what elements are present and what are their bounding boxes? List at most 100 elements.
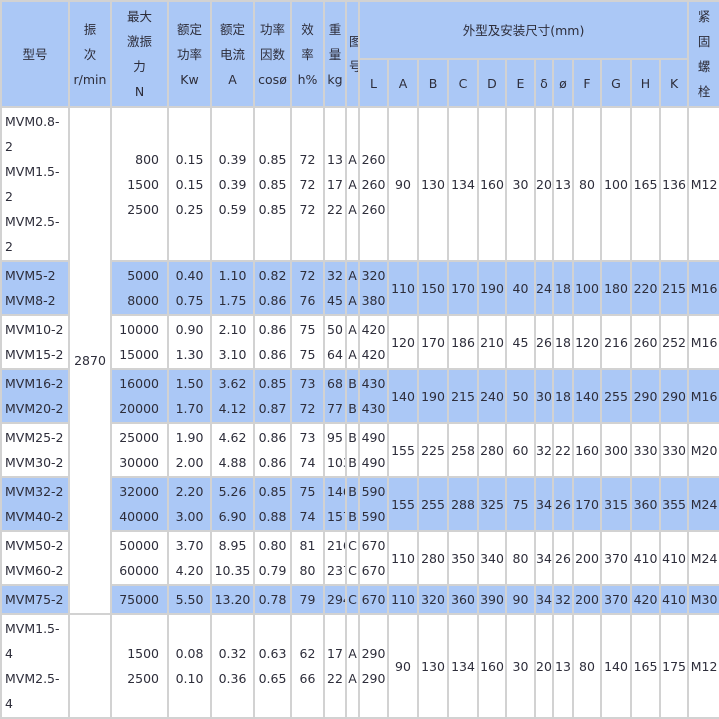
- dim-ø-cell: 26: [553, 477, 573, 531]
- dim-C-cell: 360: [448, 585, 478, 614]
- power-factor-cell: 0.85 0.87: [254, 369, 291, 423]
- max-force-cell: 1500 2500: [111, 614, 168, 718]
- dim-ø-cell: 13: [553, 107, 573, 261]
- dim-E-cell: 30: [506, 107, 535, 261]
- dim-C-cell: 186: [448, 315, 478, 369]
- dim-L-cell: 430 430: [359, 369, 388, 423]
- rated-current-cell: 2.10 3.10: [211, 315, 254, 369]
- header-dim-G: G: [601, 59, 631, 107]
- dim-B-cell: 255: [418, 477, 448, 531]
- header-dim-B: B: [418, 59, 448, 107]
- dim-D-cell: 390: [478, 585, 506, 614]
- rated-power-cell: 1.50 1.70: [168, 369, 211, 423]
- header-model: 型号: [1, 1, 69, 107]
- fastening-bolt-cell: M16: [688, 369, 719, 423]
- dim-E-cell: 50: [506, 369, 535, 423]
- dim-L-cell: 590 590: [359, 477, 388, 531]
- dim-D-cell: 325: [478, 477, 506, 531]
- rated-power-cell: 5.50: [168, 585, 211, 614]
- dim-B-cell: 190: [418, 369, 448, 423]
- dim-G-cell: 370: [601, 531, 631, 585]
- dim-F-cell: 200: [573, 531, 601, 585]
- efficiency-cell: 79: [291, 585, 324, 614]
- power-factor-cell: 0.85 0.88: [254, 477, 291, 531]
- rated-power-cell: 0.08 0.10: [168, 614, 211, 718]
- efficiency-cell: 81 80: [291, 531, 324, 585]
- model-cell: MVM5-2 MVM8-2: [1, 261, 69, 315]
- dim-B-cell: 130: [418, 614, 448, 718]
- dim-F-cell: 100: [573, 261, 601, 315]
- dim-δ-cell: 34: [535, 531, 553, 585]
- dim-D-cell: 160: [478, 614, 506, 718]
- header-speed: 振 次 r/min: [69, 1, 111, 107]
- table-row: MVM1.5- 4 MVM2.5- 41500 25000.08 0.100.3…: [1, 614, 719, 718]
- header-dim-A: A: [388, 59, 418, 107]
- model-cell: MVM75-2: [1, 585, 69, 614]
- dim-C-cell: 288: [448, 477, 478, 531]
- rated-power-cell: 0.40 0.75: [168, 261, 211, 315]
- header-weight: 重 量 kg: [324, 1, 346, 107]
- fastening-bolt-cell: M24: [688, 531, 719, 585]
- fastening-bolt-cell: M16: [688, 315, 719, 369]
- model-cell: MVM10-2 MVM15-2: [1, 315, 69, 369]
- header-dim-H: H: [631, 59, 660, 107]
- fastening-bolt-cell: M30: [688, 585, 719, 614]
- figure-no-cell: B B: [346, 477, 359, 531]
- power-factor-cell: 0.86 0.86: [254, 315, 291, 369]
- max-force-cell: 50000 60000: [111, 531, 168, 585]
- dim-K-cell: 355: [660, 477, 688, 531]
- dim-A-cell: 140: [388, 369, 418, 423]
- dim-L-cell: 420 420: [359, 315, 388, 369]
- model-cell: MVM50-2 MVM60-2: [1, 531, 69, 585]
- rated-power-cell: 1.90 2.00: [168, 423, 211, 477]
- table-row: MVM0.8- 2 MVM1.5- 2 MVM2.5- 22870800 150…: [1, 107, 719, 261]
- dim-D-cell: 160: [478, 107, 506, 261]
- power-factor-cell: 0.78: [254, 585, 291, 614]
- weight-cell: 50 64: [324, 315, 346, 369]
- header-dim-K: K: [660, 59, 688, 107]
- dim-A-cell: 120: [388, 315, 418, 369]
- model-cell: MVM32-2 MVM40-2: [1, 477, 69, 531]
- figure-no-cell: A A A: [346, 107, 359, 261]
- dim-L-cell: 670 670: [359, 531, 388, 585]
- dim-E-cell: 60: [506, 423, 535, 477]
- dim-E-cell: 45: [506, 315, 535, 369]
- weight-cell: 294: [324, 585, 346, 614]
- motor-spec-table: 型号 振 次 r/min 最大 激振 力 N 额定 功率 Kw 额定 电流 A …: [0, 0, 719, 719]
- dim-F-cell: 170: [573, 477, 601, 531]
- dim-δ-cell: 26: [535, 315, 553, 369]
- dim-F-cell: 120: [573, 315, 601, 369]
- efficiency-cell: 72 76: [291, 261, 324, 315]
- dim-L-cell: 490 490: [359, 423, 388, 477]
- dim-C-cell: 134: [448, 107, 478, 261]
- dim-K-cell: 136: [660, 107, 688, 261]
- dim-G-cell: 216: [601, 315, 631, 369]
- efficiency-cell: 62 66: [291, 614, 324, 718]
- dim-K-cell: 410: [660, 531, 688, 585]
- dim-A-cell: 110: [388, 261, 418, 315]
- power-factor-cell: 0.82 0.86: [254, 261, 291, 315]
- dim-L-cell: 320 380: [359, 261, 388, 315]
- table-body: MVM0.8- 2 MVM1.5- 2 MVM2.5- 22870800 150…: [1, 107, 719, 718]
- header-rated-current: 额定 电流 A: [211, 1, 254, 107]
- header-dim-E: E: [506, 59, 535, 107]
- efficiency-cell: 75 74: [291, 477, 324, 531]
- figure-no-cell: B B: [346, 423, 359, 477]
- rated-power-cell: 0.90 1.30: [168, 315, 211, 369]
- dim-A-cell: 90: [388, 107, 418, 261]
- max-force-cell: 32000 40000: [111, 477, 168, 531]
- power-factor-cell: 0.80 0.79: [254, 531, 291, 585]
- dim-H-cell: 420: [631, 585, 660, 614]
- rated-power-cell: 3.70 4.20: [168, 531, 211, 585]
- fastening-bolt-cell: M24: [688, 477, 719, 531]
- dim-G-cell: 180: [601, 261, 631, 315]
- dim-D-cell: 340: [478, 531, 506, 585]
- figure-no-cell: A A: [346, 614, 359, 718]
- header-dim-δ: δ: [535, 59, 553, 107]
- dim-G-cell: 255: [601, 369, 631, 423]
- weight-cell: 13 17 22: [324, 107, 346, 261]
- dim-B-cell: 150: [418, 261, 448, 315]
- dim-B-cell: 130: [418, 107, 448, 261]
- max-force-cell: 10000 15000: [111, 315, 168, 369]
- rated-current-cell: 0.32 0.36: [211, 614, 254, 718]
